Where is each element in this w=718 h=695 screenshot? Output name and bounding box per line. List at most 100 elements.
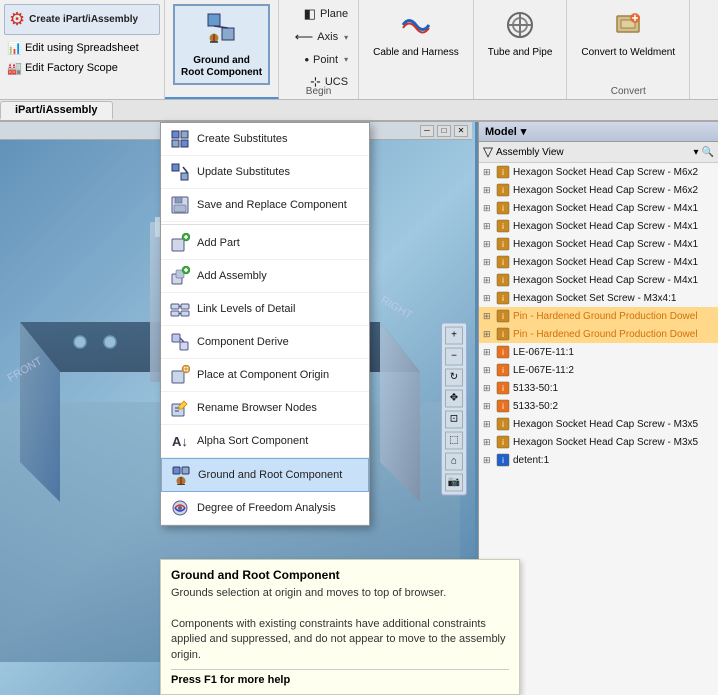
menu-save-replace[interactable]: Save and Replace Component [161, 189, 369, 222]
tree-item-label: Hexagon Socket Head Cap Screw - M4x1 [513, 257, 698, 268]
tree-item[interactable]: ⊞ i LE-067E-11:1 [479, 343, 718, 361]
tree-item[interactable]: ⊞ i LE-067E-11:2 [479, 361, 718, 379]
assembly-view-label: Assembly View [496, 147, 691, 158]
tree-item[interactable]: ⊞ i Hexagon Socket Head Cap Screw - M6x2 [479, 163, 718, 181]
tree-expand-icon: ⊞ [483, 239, 495, 250]
menu-add-part[interactable]: Add Part [161, 227, 369, 260]
add-part-label: Add Part [197, 237, 240, 249]
save-replace-label: Save and Replace Component [197, 199, 347, 211]
tree-item-icon: i [495, 398, 511, 414]
tree-item-label: Pin - Hardened Ground Production Dowel [513, 311, 698, 322]
svg-text:i: i [502, 276, 504, 285]
tree-item[interactable]: ⊞ i Hexagon Socket Head Cap Screw - M4x1 [479, 271, 718, 289]
menu-add-assembly[interactable]: Add Assembly [161, 260, 369, 293]
tree-item-icon: i [495, 254, 511, 270]
svg-text:i: i [502, 384, 504, 393]
svg-text:i: i [502, 420, 504, 429]
tree-expand-icon: ⊞ [483, 275, 495, 286]
tree-item[interactable]: ⊞ i Hexagon Socket Head Cap Screw - M4x1 [479, 199, 718, 217]
tree-item-icon: i [495, 344, 511, 360]
convert-section-label: Convert [567, 86, 689, 97]
tree-item-icon: i [495, 200, 511, 216]
create-substitutes-icon [169, 128, 191, 150]
menu-link-levels[interactable]: Link Levels of Detail [161, 293, 369, 326]
tube-pipe-icon [503, 8, 537, 45]
svg-text:i: i [502, 258, 504, 267]
menu-ground-root[interactable]: Ground and Root Component [161, 458, 369, 492]
search-icon[interactable]: 🔍 [702, 147, 714, 158]
view-cube-button[interactable]: ⬚ [445, 431, 463, 449]
tree-expand-icon: ⊞ [483, 293, 495, 304]
menu-component-derive[interactable]: Component Derive [161, 326, 369, 359]
update-substitutes-label: Update Substitutes [197, 166, 290, 178]
plane-button[interactable]: ◧ Plane [300, 4, 352, 24]
tree-item[interactable]: ⊞ i Pin - Hardened Ground Production Dow… [479, 325, 718, 343]
tree-item[interactable]: ⊞ i Hexagon Socket Head Cap Screw - M3x5 [479, 433, 718, 451]
tree-item[interactable]: ⊞ i detent:1 [479, 451, 718, 469]
home-view-button[interactable]: ⌂ [445, 452, 463, 470]
viewport-minimize-button[interactable]: ─ [420, 125, 434, 137]
menu-create-substitutes[interactable]: Create Substitutes [161, 123, 369, 156]
pan-button[interactable]: ✥ [445, 389, 463, 407]
place-component-origin-icon [169, 364, 191, 386]
point-button[interactable]: • Point ▾ [300, 50, 352, 69]
tree-item[interactable]: ⊞ i Hexagon Socket Head Cap Screw - M4x1 [479, 217, 718, 235]
tree-item-label: Hexagon Socket Head Cap Screw - M4x1 [513, 239, 698, 250]
ground-root-button[interactable]: Ground andRoot Component [173, 4, 270, 85]
update-substitutes-icon [169, 161, 191, 183]
axis-button[interactable]: ⟵ Axis ▾ [291, 27, 352, 47]
filter-icon[interactable]: ▽ [483, 144, 493, 160]
menu-place-component-origin[interactable]: Place at Component Origin [161, 359, 369, 392]
tree-item[interactable]: ⊞ i 5133-50:1 [479, 379, 718, 397]
tree-item-label: Hexagon Socket Set Screw - M3x4:1 [513, 293, 676, 304]
tree-item-label: 5133-50:2 [513, 401, 558, 412]
orbit-button[interactable]: ↻ [445, 368, 463, 386]
convert-weldment-button[interactable]: Convert to Weldment [575, 4, 681, 62]
camera-button[interactable]: 📷 [445, 473, 463, 491]
zoom-in-button[interactable]: + [445, 326, 463, 344]
ground-root-section: Ground andRoot Component [165, 0, 279, 99]
create-ipart-button[interactable]: ⚙ Create iPart/iAssembly [4, 4, 160, 35]
edit-factory-scope-button[interactable]: 🏭 Edit Factory Scope [4, 59, 160, 77]
tree-item-label: LE-067E-11:2 [513, 365, 574, 376]
menu-rename-browser[interactable]: Rename Browser Nodes [161, 392, 369, 425]
zoom-fit-button[interactable]: ⊡ [445, 410, 463, 428]
menu-update-substitutes[interactable]: Update Substitutes [161, 156, 369, 189]
viewport-maximize-button[interactable]: □ [437, 125, 451, 137]
save-replace-icon [169, 194, 191, 216]
cable-harness-button[interactable]: Cable and Harness [367, 4, 465, 62]
link-levels-label: Link Levels of Detail [197, 303, 295, 315]
tab-ipart-iassembly[interactable]: iPart/iAssembly [0, 101, 113, 120]
svg-text:i: i [502, 402, 504, 411]
tree-item-icon: i [495, 218, 511, 234]
tree-item[interactable]: ⊞ i Hexagon Socket Set Screw - M3x4:1 [479, 289, 718, 307]
tube-pipe-button[interactable]: Tube and Pipe [482, 4, 559, 62]
tree-expand-icon: ⊞ [483, 437, 495, 448]
menu-alpha-sort[interactable]: A↓ Alpha Sort Component [161, 425, 369, 458]
tree-item-icon: i [495, 326, 511, 342]
cable-harness-section: Cable and Harness [359, 0, 474, 99]
tooltip-box: Ground and Root Component Grounds select… [160, 559, 520, 695]
viewport-close-button[interactable]: ✕ [454, 125, 468, 137]
tree-item[interactable]: ⊞ i Hexagon Socket Head Cap Screw - M3x5 [479, 415, 718, 433]
degree-freedom-label: Degree of Freedom Analysis [197, 502, 336, 514]
tree-item-icon: i [495, 452, 511, 468]
tree-item-icon: i [495, 182, 511, 198]
tree-item-icon: i [495, 362, 511, 378]
tree-item[interactable]: ⊞ i Hexagon Socket Head Cap Screw - M4x1 [479, 235, 718, 253]
tree-item[interactable]: ⊞ i Hexagon Socket Head Cap Screw - M4x1 [479, 253, 718, 271]
tree-item-label: Hexagon Socket Head Cap Screw - M4x1 [513, 275, 698, 286]
tree-item[interactable]: ⊞ i Hexagon Socket Head Cap Screw - M6x2 [479, 181, 718, 199]
axis-icon: ⟵ [295, 29, 314, 45]
zoom-out-button[interactable]: − [445, 347, 463, 365]
menu-degree-freedom[interactable]: Degree of Freedom Analysis [161, 492, 369, 525]
tree-item-label: Hexagon Socket Head Cap Screw - M3x5 [513, 419, 698, 430]
dropdown-arrow-model[interactable]: ▾ [694, 147, 699, 158]
edit-spreadsheet-button[interactable]: 📊 Edit using Spreadsheet [4, 39, 160, 57]
tree-item[interactable]: ⊞ i 5133-50:2 [479, 397, 718, 415]
add-assembly-icon [169, 265, 191, 287]
tree-item-icon: i [495, 236, 511, 252]
tree-item[interactable]: ⊞ i Pin - Hardened Ground Production Dow… [479, 307, 718, 325]
model-panel-dropdown-arrow: ▾ [521, 125, 527, 138]
tree-expand-icon: ⊞ [483, 311, 495, 322]
